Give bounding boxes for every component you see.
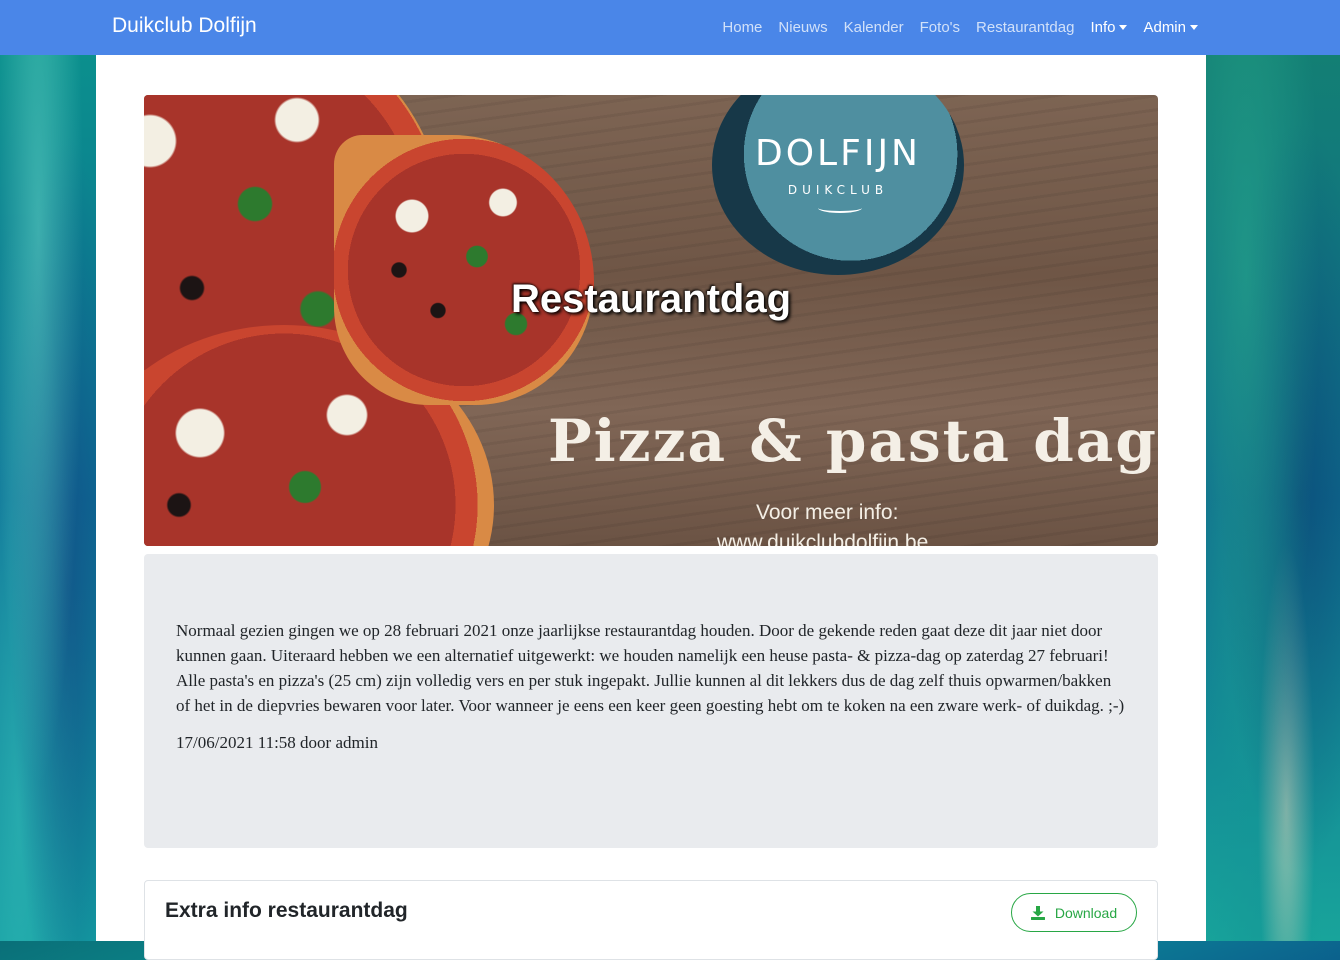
caret-down-icon [1190, 24, 1198, 30]
article-body: Normaal gezien gingen we op 28 februari … [176, 621, 1125, 715]
hero-info-text: Voor meer info: [756, 501, 899, 524]
brand-link[interactable]: Duikclub Dolfijn [112, 14, 257, 38]
nav-item-admin: Admin [1143, 19, 1198, 37]
logo-text: DOLFIJN [755, 133, 921, 174]
nav-item-nieuws: Nieuws [778, 19, 827, 37]
nav-link-kalender[interactable]: Kalender [844, 19, 904, 36]
nav-dropdown-admin-label: Admin [1143, 18, 1186, 36]
hero-banner: DOLFIJN DUIKCLUB Restaurantdag Pizza & p… [144, 95, 1158, 546]
nav-dropdown-info-label: Info [1090, 18, 1116, 36]
nav-item-info: Info [1090, 18, 1128, 37]
top-navbar: Duikclub Dolfijn Home Nieuws Kalender Fo… [0, 0, 1340, 55]
nav-links: Home Nieuws Kalender Foto's Restaurantda… [722, 0, 1198, 55]
ocean-background-right [1206, 55, 1340, 941]
ocean-background-left [0, 55, 96, 941]
nav-item-kalender: Kalender [844, 19, 904, 37]
caret-down-icon [1119, 24, 1128, 30]
nav-item-home: Home [722, 19, 762, 37]
nav-item-restaurantdag: Restaurantdag [976, 19, 1074, 37]
nav-link-home[interactable]: Home [722, 19, 762, 36]
nav-item-fotos: Foto's [920, 19, 960, 37]
nav-link-fotos[interactable]: Foto's [920, 19, 960, 36]
page-title: Restaurantdag [510, 277, 792, 321]
pizza-slice-image [334, 135, 594, 405]
hero-url-text: www.duikclubdolfijn.be [717, 531, 929, 546]
dolfijn-logo: DOLFIJN DUIKCLUB [712, 95, 964, 275]
extra-info-card: Extra info restaurantdag Download [144, 880, 1158, 960]
logo-subtext: DUIKCLUB [787, 183, 889, 197]
download-icon [1030, 905, 1045, 920]
article-card: Normaal gezien gingen we op 28 februari … [144, 554, 1158, 848]
nav-dropdown-admin[interactable]: Admin [1143, 19, 1198, 36]
nav-link-restaurantdag[interactable]: Restaurantdag [976, 19, 1074, 36]
article-meta: 17/06/2021 11:58 door admin [176, 733, 378, 752]
nav-dropdown-info[interactable]: Info [1090, 18, 1128, 36]
download-label: Download [1054, 904, 1118, 921]
card-title: Extra info restaurantdag [165, 899, 408, 922]
main-container: DOLFIJN DUIKCLUB Restaurantdag Pizza & p… [96, 55, 1206, 960]
hero-subtitle: Pizza & pasta dag [548, 407, 1158, 475]
nav-link-nieuws[interactable]: Nieuws [778, 19, 827, 36]
download-button[interactable]: Download [1011, 893, 1137, 932]
wave-icon [818, 203, 862, 213]
